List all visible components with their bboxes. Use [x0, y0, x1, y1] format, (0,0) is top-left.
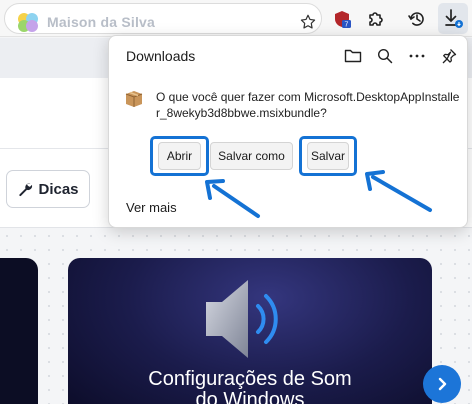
arrow-to-save-icon — [365, 170, 432, 212]
arrow-to-open-icon — [205, 179, 260, 218]
annotation-arrows — [205, 170, 432, 218]
